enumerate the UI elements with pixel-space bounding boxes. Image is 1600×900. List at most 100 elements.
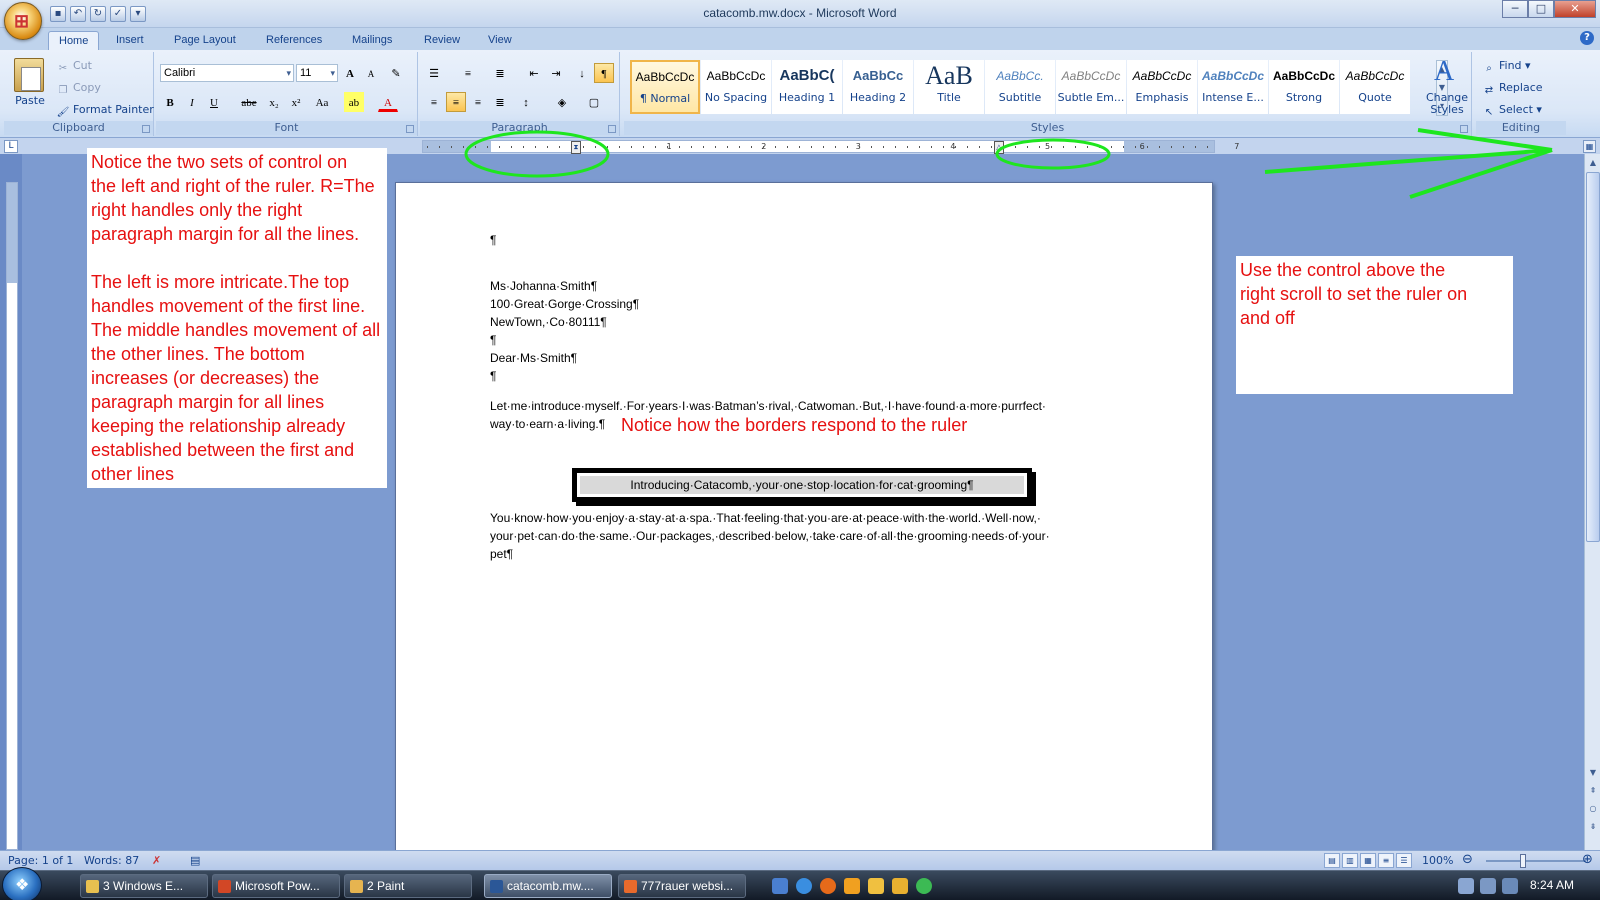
align-left-icon[interactable]: ≡: [424, 92, 444, 112]
decrease-indent-icon[interactable]: ⇤: [524, 63, 544, 83]
proofing-icon[interactable]: ✗: [152, 854, 161, 867]
tab-mailings[interactable]: Mailings: [342, 31, 402, 50]
task-powerpoint[interactable]: Microsoft Pow...: [212, 874, 340, 898]
page-count[interactable]: Page: 1 of 1: [8, 854, 73, 867]
left-indent-handle-icon[interactable]: ⧗: [571, 141, 581, 154]
paragraph-launcher-icon[interactable]: [608, 125, 616, 133]
paste-button[interactable]: Paste: [10, 94, 50, 107]
style-quote[interactable]: AaBbCcDc Quote: [1340, 60, 1410, 114]
highlight-button[interactable]: ab: [344, 92, 364, 112]
scroll-down-icon[interactable]: ▼: [1586, 766, 1600, 780]
shading-icon[interactable]: ◈: [552, 92, 572, 112]
office-button[interactable]: ⊞: [4, 2, 42, 40]
outline-icon[interactable]: ≡: [1378, 853, 1394, 868]
browse-object-icon[interactable]: ○: [1586, 802, 1600, 816]
scroll-thumb[interactable]: [1586, 172, 1600, 542]
bordered-paragraph-text[interactable]: Introducing·Catacomb,·your·one·stop·loca…: [580, 476, 1024, 494]
tab-insert[interactable]: Insert: [106, 31, 154, 50]
grow-font-button[interactable]: A: [340, 63, 360, 83]
document-line[interactable]: your·pet·can·do·the·same.·Our·packages,·…: [490, 527, 1050, 545]
format-painter-button[interactable]: 🖌 Format Painter: [56, 102, 154, 118]
style-emphasis[interactable]: AaBbCcDc Emphasis: [1127, 60, 1197, 114]
view-ruler-toggle-icon[interactable]: ▦: [1583, 140, 1596, 153]
tab-home[interactable]: Home: [48, 31, 100, 50]
print-layout-icon[interactable]: ▤: [1324, 853, 1340, 868]
document-line[interactable]: Ms·Johanna·Smith¶: [490, 277, 597, 295]
folder-quick-icon[interactable]: [868, 878, 884, 894]
scroll-up-icon[interactable]: ▲: [1586, 156, 1600, 170]
close-button[interactable]: ✕: [1554, 0, 1596, 18]
maximize-button[interactable]: □: [1528, 0, 1554, 18]
style-subtle-em[interactable]: AaBbCcDc Subtle Em...: [1056, 60, 1126, 114]
task-word[interactable]: catacomb.mw....: [484, 874, 612, 898]
vertical-ruler[interactable]: [6, 182, 18, 850]
document-line[interactable]: You·know·how·you·enjoy·a·stay·at·a·spa.·…: [490, 509, 1041, 527]
style-title[interactable]: AaB Title: [914, 60, 984, 114]
change-case-button[interactable]: Aa: [310, 92, 334, 112]
web-layout-icon[interactable]: ▦: [1360, 853, 1376, 868]
borders-icon[interactable]: ▢: [584, 92, 604, 112]
help-icon[interactable]: ?: [1580, 31, 1594, 45]
document-line[interactable]: ¶: [490, 331, 496, 349]
tab-page-layout[interactable]: Page Layout: [164, 31, 246, 50]
document-line[interactable]: Dear·Ms·Smith¶: [490, 349, 577, 367]
tab-review[interactable]: Review: [414, 31, 470, 50]
right-indent-handle-icon[interactable]: △: [994, 141, 1004, 154]
show-desktop-icon[interactable]: [772, 878, 788, 894]
task-browser[interactable]: 777rauer websi...: [618, 874, 746, 898]
network-icon[interactable]: [1458, 878, 1474, 894]
increase-indent-icon[interactable]: ⇥: [546, 63, 566, 83]
task-windows-explorer[interactable]: 3 Windows E...: [80, 874, 208, 898]
clock[interactable]: 8:24 AM: [1530, 878, 1574, 892]
line-spacing-icon[interactable]: ↕: [516, 92, 536, 112]
vertical-scrollbar[interactable]: ▲ ▼ ⇞ ○ ⇟: [1584, 154, 1600, 850]
style-subtitle[interactable]: AaBbCc. Subtitle: [985, 60, 1055, 114]
style-strong[interactable]: AaBbCcDc Strong: [1269, 60, 1339, 114]
change-styles-button[interactable]: A Change Styles: [1424, 52, 1472, 136]
document-line[interactable]: ¶: [490, 367, 496, 385]
document-page[interactable]: ¶ Ms·Johanna·Smith¶ 100·Great·Gorge·Crossi…: [395, 182, 1213, 850]
numbering-icon[interactable]: ≡: [458, 63, 478, 83]
zoom-in-icon[interactable]: ⊕: [1582, 852, 1593, 867]
style-normal[interactable]: AaBbCcDc ¶ Normal: [630, 60, 700, 114]
document-line[interactable]: way·to·earn·a·living.¶: [490, 415, 605, 433]
volume-icon[interactable]: [1480, 878, 1496, 894]
bordered-paragraph[interactable]: Introducing·Catacomb,·your·one·stop·loca…: [572, 468, 1032, 502]
italic-button[interactable]: I: [182, 92, 202, 112]
show-hide-button[interactable]: ¶: [594, 63, 614, 83]
bullets-icon[interactable]: ☰: [424, 63, 444, 83]
style-heading-2[interactable]: AaBbCc Heading 2: [843, 60, 913, 114]
zoom-out-icon[interactable]: ⊖: [1462, 852, 1473, 867]
media-player-icon[interactable]: [844, 878, 860, 894]
replace-button[interactable]: ⇄ Replace: [1482, 80, 1543, 96]
zoom-level[interactable]: 100%: [1422, 854, 1453, 867]
strikethrough-button[interactable]: abe: [236, 92, 262, 112]
firefox-icon[interactable]: [820, 878, 836, 894]
justify-icon[interactable]: ≣: [490, 92, 510, 112]
shrink-font-button[interactable]: A: [361, 63, 381, 83]
tab-references[interactable]: References: [256, 31, 332, 50]
font-name-combo[interactable]: Calibri: [160, 64, 294, 82]
power-icon[interactable]: [1502, 878, 1518, 894]
next-page-icon[interactable]: ⇟: [1586, 820, 1600, 834]
paste-icon[interactable]: [14, 58, 44, 92]
internet-explorer-icon[interactable]: [796, 878, 812, 894]
document-line[interactable]: Let·me·introduce·myself.·For·years·I·was…: [490, 397, 1046, 415]
superscript-button[interactable]: x²: [286, 92, 306, 112]
task-paint[interactable]: 2 Paint: [344, 874, 472, 898]
word-count[interactable]: Words: 87: [84, 854, 139, 867]
document-line[interactable]: NewTown,·Co·80111¶: [490, 313, 607, 331]
chrome-icon[interactable]: [916, 878, 932, 894]
style-heading-1[interactable]: AaBbC(Heading 1: [772, 60, 842, 114]
mail-icon[interactable]: [892, 878, 908, 894]
document-line[interactable]: pet¶: [490, 545, 513, 563]
font-color-button[interactable]: A: [378, 92, 398, 112]
macro-icon[interactable]: ▤: [190, 854, 200, 867]
full-screen-reading-icon[interactable]: ▥: [1342, 853, 1358, 868]
subscript-button[interactable]: x₂: [264, 92, 284, 112]
font-launcher-icon[interactable]: [406, 125, 414, 133]
previous-page-icon[interactable]: ⇞: [1586, 784, 1600, 798]
zoom-slider[interactable]: [1486, 860, 1586, 862]
minimize-button[interactable]: ─: [1502, 0, 1528, 18]
draft-icon[interactable]: ☰: [1396, 853, 1412, 868]
